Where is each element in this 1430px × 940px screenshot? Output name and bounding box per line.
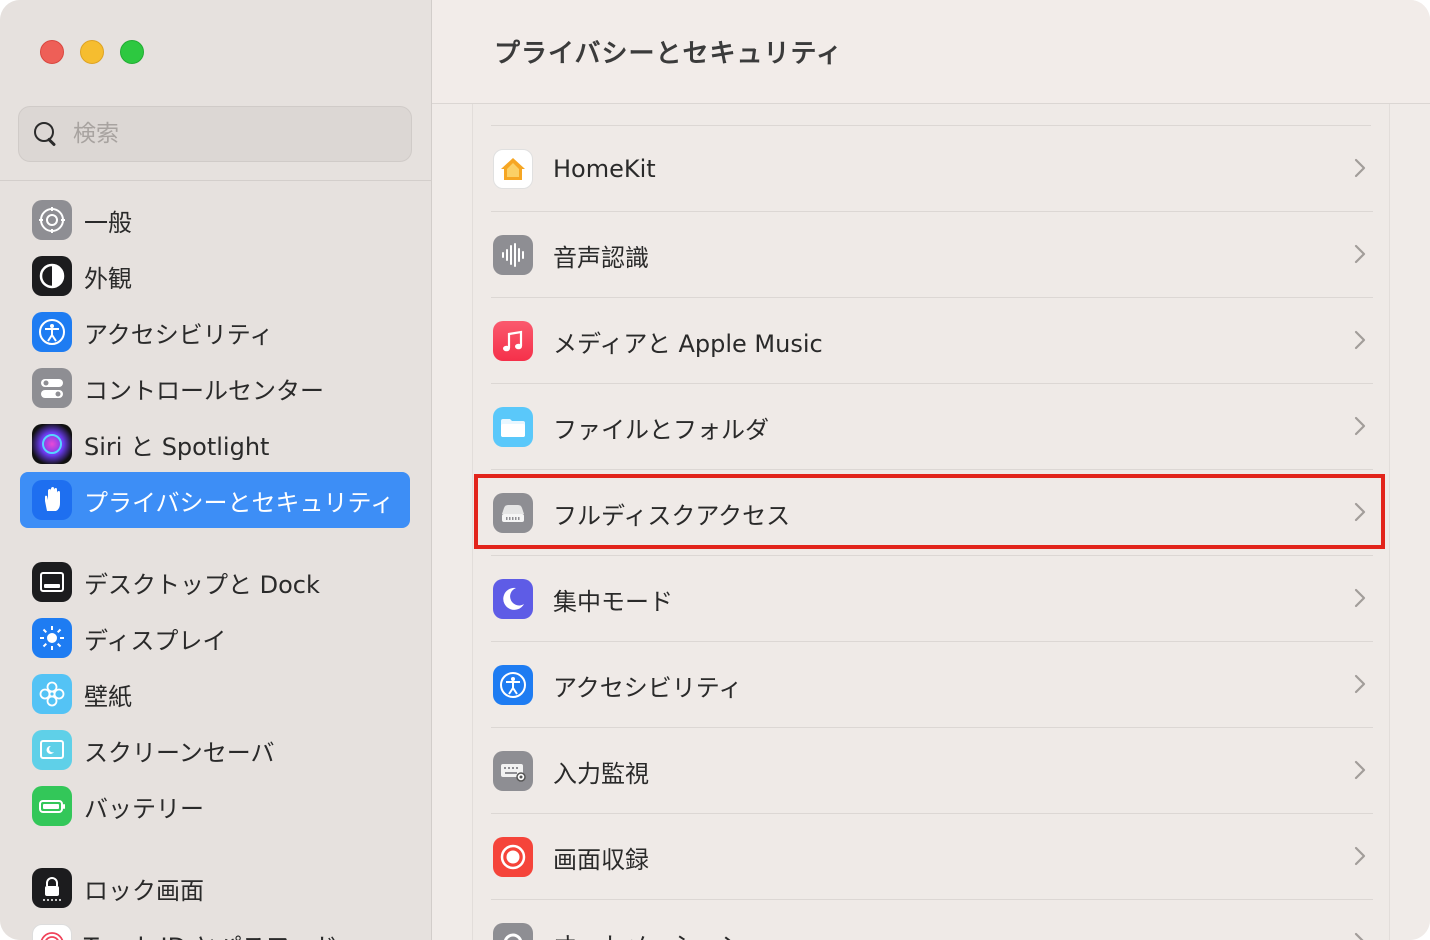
list-item-homekit[interactable]: HomeKit (473, 126, 1391, 212)
record-icon (493, 837, 533, 877)
sidebar-item-label: ディスプレイ (84, 626, 227, 655)
flower-icon (32, 674, 72, 714)
sidebar-list: 一般 外観 アクセシビリティ コントロールセンター Siri と Spotlig… (20, 192, 410, 940)
list-item-input-monitoring[interactable]: 入力監視 (473, 728, 1391, 814)
dock-icon (32, 562, 72, 602)
sidebar-item-desktop-dock[interactable]: デスクトップと Dock (20, 554, 410, 610)
battery-icon (32, 786, 72, 826)
sidebar-item-siri[interactable]: Siri と Spotlight (20, 416, 410, 472)
accessibility-icon (493, 665, 533, 705)
sun-icon (32, 618, 72, 658)
sidebar-item-touch-id[interactable]: Touch ID とパスワード (20, 916, 410, 940)
sidebar-item-label: 壁紙 (84, 682, 132, 711)
gear-icon (493, 923, 533, 940)
siri-icon (32, 424, 72, 464)
list-item-label: フルディスクアクセス (553, 501, 791, 530)
sidebar-item-wallpaper[interactable]: 壁紙 (20, 666, 410, 722)
list-item-media-apple-music[interactable]: メディアと Apple Music (473, 298, 1391, 384)
fingerprint-icon (32, 924, 72, 940)
accessibility-icon (32, 312, 72, 352)
list-item-accessibility[interactable]: アクセシビリティ (473, 642, 1391, 728)
list-item-screen-recording[interactable]: 画面収録 (473, 814, 1391, 900)
lock-icon (32, 868, 72, 908)
chevron-right-icon (1353, 329, 1367, 351)
search-field[interactable] (18, 106, 412, 162)
sidebar-item-label: スクリーンセーバ (84, 738, 275, 767)
chevron-right-icon (1353, 501, 1367, 523)
page-title: プライバシーとセキュリティ (494, 39, 843, 69)
list-item-label: 入力監視 (553, 759, 649, 788)
control-center-icon (32, 368, 72, 408)
chevron-right-icon (1353, 157, 1367, 179)
privacy-list: HomeKit 音声認識 メディアと Apple Music ファイルとフォルダ… (473, 126, 1391, 940)
sidebar-item-label: ロック画面 (84, 876, 204, 905)
sidebar: 一般 外観 アクセシビリティ コントロールセンター (0, 0, 432, 940)
appearance-icon (32, 256, 72, 296)
list-item-files-folders[interactable]: ファイルとフォルダ (473, 384, 1391, 470)
sidebar-item-battery[interactable]: バッテリー (20, 778, 410, 834)
list-item-label: 画面収録 (553, 845, 649, 874)
toolbar: プライバシーとセキュリティ (432, 0, 1430, 104)
music-note-icon (493, 321, 533, 361)
chevron-right-icon (1353, 673, 1367, 695)
sidebar-item-general[interactable]: 一般 (20, 192, 410, 248)
moon-icon (493, 579, 533, 619)
sidebar-item-appearance[interactable]: 外観 (20, 248, 410, 304)
list-item-focus[interactable]: 集中モード (473, 556, 1391, 642)
sidebar-item-label: コントロールセンター (84, 376, 324, 405)
sidebar-item-label: バッテリー (84, 794, 204, 823)
list-item-label: アクセシビリティ (553, 673, 743, 702)
home-icon (493, 149, 533, 189)
chevron-right-icon (1353, 587, 1367, 609)
close-window-button[interactable] (40, 40, 64, 64)
chevron-right-icon (1353, 415, 1367, 437)
list-item-label: HomeKit (553, 155, 656, 183)
window-controls (40, 40, 144, 64)
sidebar-item-label: デスクトップと Dock (84, 570, 320, 599)
privacy-list-panel[interactable]: HomeKit 音声認識 メディアと Apple Music ファイルとフォルダ… (472, 104, 1390, 940)
chevron-right-icon (1353, 845, 1367, 867)
list-item-label: 集中モード (553, 587, 673, 616)
sidebar-item-privacy-security[interactable]: プライバシーとセキュリティ (20, 472, 410, 528)
gear-icon (32, 200, 72, 240)
keyboard-icon (493, 751, 533, 791)
list-item-speech-recognition[interactable]: 音声認識 (473, 212, 1391, 298)
sidebar-item-label: Touch ID とパスワード (84, 927, 338, 940)
sidebar-item-displays[interactable]: ディスプレイ (20, 610, 410, 666)
sidebar-item-label: Siri と Spotlight (84, 432, 270, 461)
sidebar-item-control-center[interactable]: コントロールセンター (20, 360, 410, 416)
chevron-right-icon (1353, 243, 1367, 265)
list-item-label: ファイルとフォルダ (553, 415, 769, 444)
sidebar-item-label: 外観 (84, 264, 132, 293)
list-item-full-disk-access[interactable]: フルディスクアクセス (473, 470, 1391, 556)
screensaver-icon (32, 730, 72, 770)
search-icon (33, 121, 59, 147)
sidebar-item-label: 一般 (84, 208, 132, 237)
sidebar-item-label: アクセシビリティ (84, 320, 274, 349)
list-item-automation[interactable]: オートメーション (473, 900, 1391, 940)
minimize-window-button[interactable] (80, 40, 104, 64)
main-content: プライバシーとセキュリティ HomeKit 音声認識 メディアと Apple M… (432, 0, 1430, 940)
settings-window: 一般 外観 アクセシビリティ コントロールセンター (0, 0, 1430, 940)
folder-icon (493, 407, 533, 447)
chevron-right-icon (1353, 931, 1367, 940)
sidebar-item-accessibility[interactable]: アクセシビリティ (20, 304, 410, 360)
zoom-window-button[interactable] (120, 40, 144, 64)
sidebar-item-screensaver[interactable]: スクリーンセーバ (20, 722, 410, 778)
chevron-right-icon (1353, 759, 1367, 781)
sidebar-item-lock-screen[interactable]: ロック画面 (20, 860, 410, 916)
list-item-label: 音声認識 (553, 243, 649, 272)
list-item-label: メディアと Apple Music (553, 329, 823, 358)
list-item-label: オートメーション (553, 926, 745, 940)
disk-icon (493, 493, 533, 533)
hand-icon (32, 480, 72, 520)
sidebar-divider (0, 180, 432, 181)
sidebar-item-label: プライバシーとセキュリティ (84, 488, 395, 517)
waveform-icon (493, 235, 533, 275)
search-input[interactable] (73, 121, 373, 147)
